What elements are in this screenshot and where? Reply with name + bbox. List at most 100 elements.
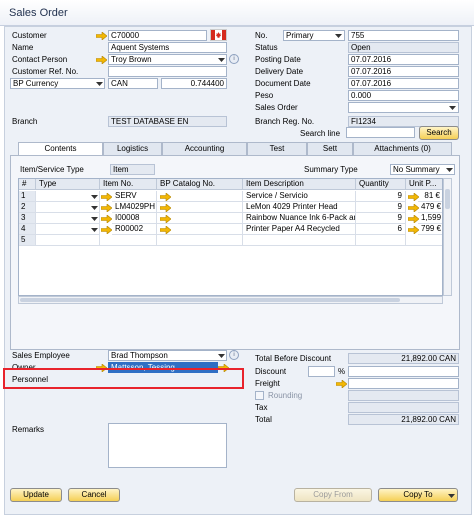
chevron-down-icon[interactable]	[217, 55, 226, 64]
table-row-number[interactable]: 5	[19, 235, 36, 246]
grid-header-item-description[interactable]: Item Description	[243, 179, 356, 190]
copy-to-button[interactable]: Copy To	[378, 488, 458, 502]
link-arrow-icon[interactable]	[160, 193, 171, 201]
cancel-button[interactable]: Cancel	[68, 488, 120, 502]
table-row-number[interactable]: 4	[19, 224, 36, 235]
discount-amount-field[interactable]	[348, 366, 459, 377]
tab-sett[interactable]: Sett	[307, 142, 353, 155]
tab-accounting[interactable]: Accounting	[162, 142, 247, 155]
rounding-checkbox[interactable]	[255, 391, 264, 400]
table-row-type[interactable]	[36, 235, 100, 246]
grid-header-unit-price[interactable]: Unit P...	[406, 179, 442, 190]
table-row-item-no[interactable]: SERV	[112, 191, 157, 202]
table-row-number[interactable]: 3	[19, 213, 36, 224]
table-row-item-no[interactable]	[100, 235, 157, 246]
link-arrow-icon[interactable]	[160, 226, 171, 234]
customer-field[interactable]: C70000	[108, 30, 207, 41]
table-row-item-no[interactable]: LM4029PH	[112, 202, 157, 213]
grid-header-bp-catalog[interactable]: BP Catalog No.	[157, 179, 243, 190]
chevron-down-icon[interactable]	[90, 203, 99, 212]
table-row-unit-price[interactable]: 81 €	[418, 191, 442, 202]
link-arrow-icon[interactable]	[101, 226, 112, 234]
chevron-down-icon[interactable]	[217, 351, 226, 360]
search-button[interactable]: Search	[419, 126, 459, 140]
window-title: Sales Order	[9, 7, 68, 19]
table-row-unit-price[interactable]: 479 €	[418, 202, 442, 213]
doc-number-field[interactable]: 755	[348, 30, 459, 41]
table-row-number[interactable]: 1	[19, 191, 36, 202]
table-row-unit-price[interactable]: 1,599 €	[418, 213, 442, 224]
link-arrow-icon[interactable]	[336, 380, 347, 388]
info-icon[interactable]: i	[229, 350, 239, 360]
search-line-input[interactable]	[346, 127, 415, 138]
tab-logistics[interactable]: Logistics	[103, 142, 162, 155]
percent-sign: %	[338, 367, 346, 376]
grid-header-type[interactable]: Type	[36, 179, 100, 190]
link-arrow-icon[interactable]	[101, 193, 112, 201]
sales-employee-select[interactable]: Brad Thompson	[108, 350, 227, 361]
table-row-description[interactable]: Rainbow Nuance Ink 6-Pack and...	[243, 213, 356, 224]
chevron-down-icon[interactable]	[448, 103, 457, 112]
tax-field	[348, 402, 459, 413]
link-arrow-icon[interactable]	[101, 204, 112, 212]
delivery-date-field[interactable]: 07.07.2016	[348, 66, 459, 77]
currency-rate-field[interactable]: 0.744400	[161, 78, 227, 89]
table-row-number[interactable]: 2	[19, 202, 36, 213]
copy-from-button[interactable]: Copy From	[294, 488, 372, 502]
posting-date-field[interactable]: 07.07.2016	[348, 54, 459, 65]
link-arrow-icon[interactable]	[96, 32, 107, 40]
table-row-item-no[interactable]: I00008	[112, 213, 157, 224]
link-arrow-icon[interactable]	[160, 215, 171, 223]
currency-code-field[interactable]: CAN	[108, 78, 158, 89]
table-row-bp-catalog[interactable]	[157, 235, 243, 246]
status-field: Open	[348, 42, 459, 53]
scrollbar-thumb[interactable]	[20, 298, 400, 302]
grid-vertical-scrollbar[interactable]	[443, 178, 452, 296]
table-row-quantity[interactable]: 9	[356, 191, 406, 202]
customer-ref-field[interactable]	[108, 66, 227, 77]
table-row-description[interactable]: Printer Paper A4 Recycled	[243, 224, 356, 235]
chevron-down-icon[interactable]	[334, 31, 343, 40]
remarks-textarea[interactable]	[108, 423, 227, 468]
peso-field[interactable]: 0.000	[348, 90, 459, 101]
freight-field[interactable]	[348, 378, 459, 389]
table-row-unit-price[interactable]	[406, 235, 442, 246]
personnel-label: Personnel	[12, 375, 49, 384]
chevron-down-icon[interactable]	[447, 491, 456, 500]
table-row-quantity[interactable]: 9	[356, 213, 406, 224]
grid-header-item-no[interactable]: Item No.	[100, 179, 157, 190]
chevron-down-icon[interactable]	[445, 165, 454, 174]
table-row-description[interactable]: Service / Servicio	[243, 191, 356, 202]
contact-person-field[interactable]: Troy Brown	[108, 54, 227, 65]
summary-type-label: Summary Type	[304, 165, 358, 174]
table-row-description[interactable]	[243, 235, 356, 246]
link-arrow-icon[interactable]	[160, 204, 171, 212]
chevron-down-icon[interactable]	[90, 192, 99, 201]
table-row-description[interactable]: LeMon 4029 Printer Head	[243, 202, 356, 213]
table-row-quantity[interactable]	[356, 235, 406, 246]
grid-horizontal-scrollbar[interactable]	[18, 296, 443, 304]
bp-currency-select[interactable]: BP Currency	[10, 78, 105, 89]
tab-test[interactable]: Test	[247, 142, 307, 155]
sales-order-select[interactable]	[348, 102, 459, 113]
table-row-quantity[interactable]: 9	[356, 202, 406, 213]
tab-contents[interactable]: Contents	[18, 142, 103, 156]
info-icon[interactable]: i	[229, 54, 239, 64]
chevron-down-icon[interactable]	[90, 225, 99, 234]
chevron-down-icon[interactable]	[95, 79, 104, 88]
discount-percent-field[interactable]	[308, 366, 335, 377]
tab-attachments[interactable]: Attachments (0)	[353, 142, 452, 155]
rounding-field	[348, 390, 459, 401]
name-field[interactable]: Aquent Systems	[108, 42, 227, 53]
table-row-item-no[interactable]: R00002	[112, 224, 157, 235]
item-type-select[interactable]: Item	[110, 164, 155, 175]
link-arrow-icon[interactable]	[96, 56, 107, 64]
scrollbar-thumb[interactable]	[445, 189, 450, 209]
document-date-field[interactable]: 07.07.2016	[348, 78, 459, 89]
grid-header-quantity[interactable]: Quantity	[356, 179, 406, 190]
link-arrow-icon[interactable]	[101, 215, 112, 223]
table-row-unit-price[interactable]: 799 €	[418, 224, 442, 235]
chevron-down-icon[interactable]	[90, 214, 99, 223]
table-row-quantity[interactable]: 6	[356, 224, 406, 235]
update-button[interactable]: Update	[10, 488, 62, 502]
